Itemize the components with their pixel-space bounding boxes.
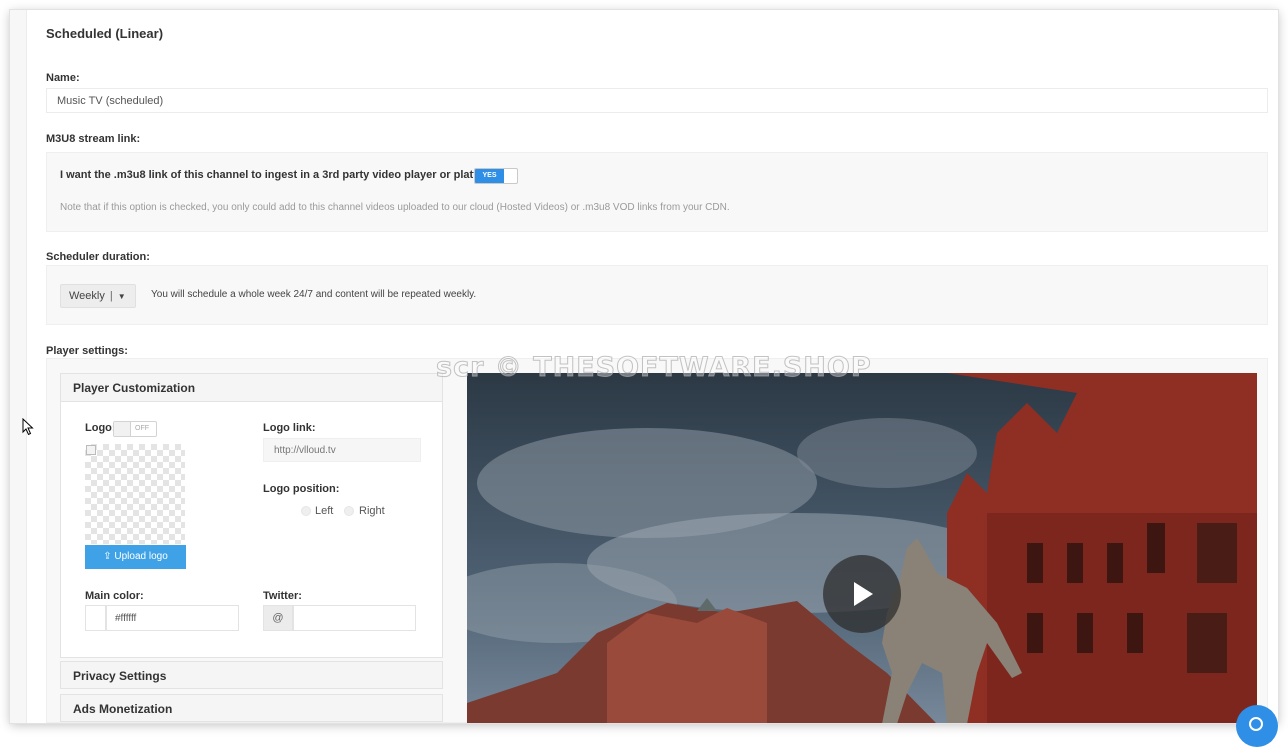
player-settings-label: Player settings:	[46, 345, 128, 357]
m3u8-note: Note that if this option is checked, you…	[60, 202, 730, 213]
main-color-swatch[interactable]	[85, 605, 106, 631]
left-sidebar-strip	[10, 10, 27, 723]
m3u8-question: I want the .m3u8 link of this channel to…	[60, 169, 502, 181]
twitter-prefix: @	[263, 605, 293, 631]
upload-logo-button[interactable]: ⇪ Upload logo	[85, 545, 186, 569]
name-label: Name:	[46, 72, 80, 84]
logo-position-left-label: Left	[315, 505, 334, 517]
main-color-input[interactable]	[106, 605, 239, 631]
m3u8-toggle[interactable]: YES	[474, 168, 518, 184]
logo-toggle-knob	[114, 422, 131, 436]
watermark: scr © THESOFTWARE.SHOP	[436, 352, 872, 384]
m3u8-label: M3U8 stream link:	[46, 133, 141, 145]
video-player[interactable]	[467, 373, 1257, 723]
privacy-settings-header[interactable]: Privacy Settings	[60, 661, 443, 689]
caret-down-icon: ▼	[117, 291, 126, 301]
logo-position-left-radio[interactable]	[301, 506, 311, 516]
logo-link-input[interactable]	[263, 438, 421, 462]
play-icon	[854, 582, 873, 606]
logo-preview	[85, 444, 185, 544]
upload-logo-label: Upload logo	[114, 551, 168, 562]
scheduler-description: You will schedule a whole week 24/7 and …	[151, 289, 477, 300]
scheduler-dropdown[interactable]: Weekly | ▼	[60, 284, 136, 308]
broken-image-icon	[86, 445, 96, 455]
page-title: Scheduled (Linear)	[46, 26, 164, 41]
logo-position-right-radio[interactable]	[344, 506, 354, 516]
scheduler-well: Weekly | ▼ You will schedule a whole wee…	[46, 265, 1268, 325]
logo-toggle[interactable]: OFF	[113, 421, 157, 437]
ads-monetization-header[interactable]: Ads Monetization	[60, 694, 443, 722]
m3u8-toggle-label: YES	[475, 169, 504, 183]
dropdown-separator: |	[109, 290, 113, 302]
player-customization-header[interactable]: Player Customization	[61, 374, 442, 402]
chat-button[interactable]	[1236, 705, 1278, 747]
logo-label: Logo:	[85, 422, 116, 434]
name-input[interactable]	[46, 88, 1268, 113]
scheduler-label: Scheduler duration:	[46, 251, 150, 263]
twitter-label: Twitter:	[263, 590, 302, 602]
player-settings-well: Player Customization Logo: OFF ⇪ Upload …	[46, 358, 1268, 723]
mouse-cursor-icon	[22, 418, 34, 436]
player-customization-panel: Player Customization Logo: OFF ⇪ Upload …	[60, 373, 443, 658]
main-color-label: Main color:	[85, 590, 144, 602]
chat-icon	[1249, 717, 1263, 731]
logo-position-label: Logo position:	[263, 483, 340, 495]
play-button[interactable]	[823, 555, 901, 633]
logo-link-label: Logo link:	[263, 422, 316, 434]
m3u8-well: I want the .m3u8 link of this channel to…	[46, 152, 1268, 232]
logo-toggle-label: OFF	[135, 425, 149, 432]
scheduler-selected: Weekly	[69, 290, 105, 302]
logo-position-right-label: Right	[359, 505, 385, 517]
video-thumbnail	[467, 373, 1257, 723]
twitter-input[interactable]	[293, 605, 416, 631]
upload-icon: ⇪	[103, 551, 112, 562]
